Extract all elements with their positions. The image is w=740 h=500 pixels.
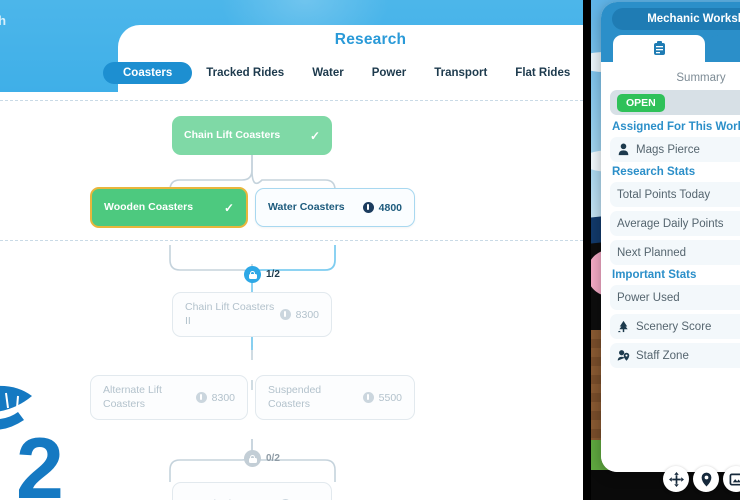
node-label: Chain Lift Coasters [184, 128, 281, 141]
status-badge: OPEN [617, 93, 665, 112]
tab-power[interactable]: Power [358, 62, 421, 84]
check-icon: ✓ [309, 128, 320, 143]
lock-icon [244, 266, 261, 283]
panel-body: Summary OPEN Assigned For This Workshop … [601, 62, 740, 472]
node-label: Chain Lift Coasters II [185, 301, 275, 327]
node-launched-coasters[interactable]: Launched Coasters 5500 [172, 482, 332, 500]
research-point-icon [362, 392, 374, 403]
status-row: OPEN [610, 90, 740, 115]
node-alternate-lift-coasters[interactable]: Alternate Lift Coasters 8300 [90, 375, 248, 420]
clipboard-icon [653, 41, 665, 55]
tab-coasters[interactable]: Coasters [103, 61, 193, 84]
tab-research[interactable] [709, 35, 740, 62]
tab-summary[interactable] [613, 35, 705, 62]
list-item-label: Power Used [617, 291, 680, 304]
window-gap [583, 0, 591, 500]
research-tree: Chain Lift Coasters ✓ Wooden Coasters ✓ … [0, 92, 583, 500]
list-item[interactable]: Mags Pierce [610, 137, 740, 162]
node-label: Wooden Coasters [104, 200, 194, 213]
gate-tier-4[interactable]: 0/2 [244, 450, 280, 467]
background-window-title: arch [0, 13, 7, 28]
map-pin-icon [701, 472, 711, 486]
node-label: Suspended Coasters [268, 384, 322, 410]
node-cost: 8300 [195, 391, 235, 404]
svg-text:2: 2 [16, 421, 64, 500]
planet-coaster-2-logo: 2 [0, 385, 64, 500]
cost-value: 5500 [378, 391, 402, 404]
move-arrows-icon [668, 471, 684, 487]
list-item[interactable]: Scenery Score [610, 314, 740, 339]
game-window: Mechanic Workshop Summary OPEN Assigned … [591, 0, 740, 500]
list-item[interactable]: Power Used [610, 285, 740, 310]
category-tabs: Coasters Tracked Rides Water Power Trans… [103, 61, 583, 84]
tab-flat-rides[interactable]: Flat Rides [501, 62, 583, 84]
page-title: Research [334, 31, 407, 48]
list-item-label: Next Planned [617, 246, 687, 259]
cost-value: 4800 [378, 201, 402, 214]
node-suspended-coasters[interactable]: Suspended Coasters 5500 [255, 375, 415, 420]
bottom-toolbar [663, 466, 740, 492]
list-item[interactable]: Staff Zone [610, 343, 740, 368]
section-heading-research-stats: Research Stats [612, 166, 696, 178]
staff-icon [618, 143, 629, 156]
list-item-label: Scenery Score [636, 320, 712, 333]
lock-icon [244, 450, 261, 467]
section-heading-important-stats: Important Stats [612, 269, 697, 281]
list-item[interactable]: Next Planned [610, 240, 740, 265]
research-point-icon [279, 309, 291, 320]
picture-icon [729, 473, 740, 485]
node-chain-lift-coasters[interactable]: Chain Lift Coasters ✓ [172, 116, 332, 155]
summary-label: Summary [676, 72, 726, 84]
picture-tool-button[interactable] [723, 466, 740, 492]
node-chain-lift-coasters-ii[interactable]: Chain Lift Coasters II 8300 [172, 292, 332, 337]
cost-value: 8300 [211, 391, 235, 404]
node-wooden-coasters[interactable]: Wooden Coasters ✓ [90, 187, 248, 228]
gate-progress: 1/2 [266, 269, 280, 280]
node-label: Water Coasters [268, 200, 345, 213]
tab-transport[interactable]: Transport [420, 62, 501, 84]
gate-progress: 0/2 [266, 453, 280, 464]
pin-tool-button[interactable] [693, 466, 719, 492]
tab-water[interactable]: Water [298, 62, 358, 84]
node-water-coasters[interactable]: Water Coasters 4800 [255, 188, 415, 227]
panel-title: Mechanic Workshop [612, 8, 740, 30]
tree-icon [617, 320, 628, 333]
node-status: ✓ [310, 129, 320, 143]
research-point-icon [362, 202, 374, 213]
cost-value: 8300 [295, 308, 319, 321]
check-icon: ✓ [223, 200, 234, 215]
list-item-label: Mags Pierce [636, 143, 700, 156]
list-item[interactable]: Average Daily Points [610, 211, 740, 236]
node-cost: 8300 [279, 308, 319, 321]
research-point-icon [195, 392, 207, 403]
node-label: Alternate Lift Coasters [103, 384, 162, 410]
gate-tier-2[interactable]: 1/2 [244, 266, 280, 283]
list-item-label: Staff Zone [636, 349, 689, 362]
node-cost: 5500 [362, 391, 402, 404]
move-tool-button[interactable] [663, 466, 689, 492]
list-item[interactable]: Total Points Today [610, 182, 740, 207]
node-status: ✓ [224, 201, 234, 215]
tab-tracked-rides[interactable]: Tracked Rides [192, 62, 298, 84]
zone-pin-icon [617, 350, 630, 361]
node-cost: 4800 [362, 201, 402, 214]
section-heading-assigned: Assigned For This Workshop [612, 121, 740, 133]
research-window: arch Research Coasters Tracked Rides Wat… [0, 0, 583, 500]
list-item-label: Total Points Today [617, 188, 711, 201]
list-item-label: Average Daily Points [617, 217, 724, 230]
mechanic-workshop-panel: Mechanic Workshop Summary OPEN Assigned … [601, 2, 740, 472]
